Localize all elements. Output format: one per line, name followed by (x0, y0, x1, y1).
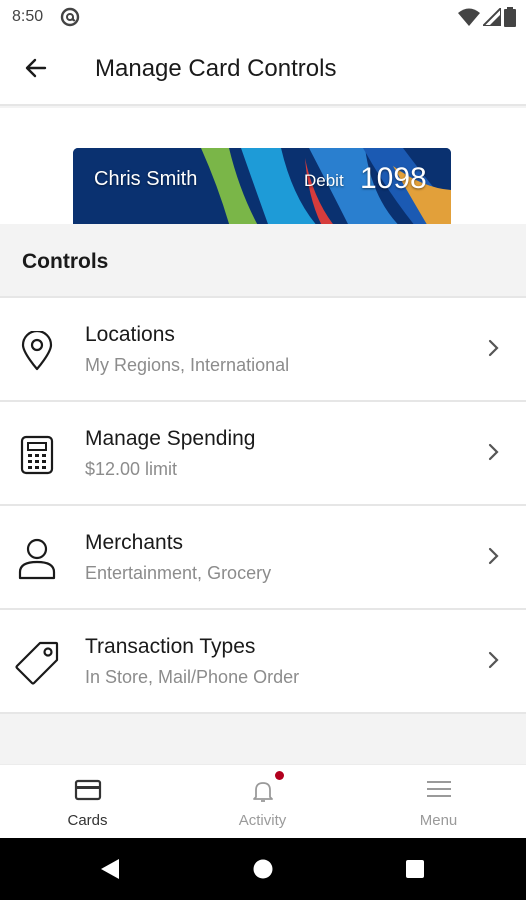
control-title: Manage Spending (85, 427, 256, 450)
debit-card-image[interactable]: Chris Smith Debit 1098 (73, 148, 451, 224)
system-navigation-bar (0, 838, 526, 900)
nav-label: Cards (67, 812, 108, 829)
at-sign-notification-icon (60, 7, 80, 32)
section-title: Controls (22, 250, 109, 273)
signal-icon (480, 5, 502, 31)
chevron-right-icon (488, 338, 500, 363)
battery-icon (504, 7, 516, 32)
back-button[interactable] (14, 48, 58, 92)
calculator-icon (12, 430, 62, 480)
chevron-right-icon (488, 546, 500, 571)
status-icons (458, 5, 516, 32)
status-time: 8:50 (12, 8, 44, 25)
card-last-four: 1098 (360, 162, 427, 195)
card-holder-name: Chris Smith (94, 168, 198, 190)
control-subtitle: Entertainment, Grocery (85, 563, 272, 583)
bottom-navigation: Cards Activity Menu (0, 764, 526, 838)
bell-icon (251, 779, 275, 808)
tag-icon (12, 638, 62, 688)
notification-dot (275, 771, 284, 780)
page-title: Manage Card Controls (95, 55, 337, 82)
control-subtitle: In Store, Mail/Phone Order (85, 667, 300, 687)
nav-item-menu[interactable]: Menu (351, 765, 526, 839)
nav-item-cards[interactable]: Cards (0, 765, 175, 839)
arrow-left-icon (24, 56, 48, 85)
card-preview-area: Chris Smith Debit 1098 (0, 108, 526, 224)
control-row-merchants[interactable]: Merchants Entertainment, Grocery (0, 506, 526, 610)
controls-section-header: Controls (0, 224, 526, 298)
location-pin-icon (12, 326, 62, 376)
control-row-transaction-types[interactable]: Transaction Types In Store, Mail/Phone O… (0, 610, 526, 714)
control-subtitle: $12.00 limit (85, 459, 178, 479)
card-type-label: Debit (304, 171, 344, 190)
system-back-icon[interactable] (100, 858, 120, 885)
controls-list: Locations My Regions, International Mana… (0, 298, 526, 714)
nav-item-activity[interactable]: Activity (175, 765, 350, 839)
person-icon (12, 534, 62, 584)
nav-label: Menu (419, 812, 458, 829)
wifi-icon (458, 8, 480, 31)
status-bar: 8:50 (0, 0, 526, 34)
control-subtitle: My Regions, International (85, 355, 290, 375)
app-bar: Manage Card Controls (0, 34, 526, 106)
hamburger-icon (426, 779, 452, 804)
chevron-right-icon (488, 442, 500, 467)
chevron-right-icon (488, 650, 500, 675)
control-row-locations[interactable]: Locations My Regions, International (0, 298, 526, 402)
control-title: Locations (85, 323, 175, 346)
system-recents-icon[interactable] (405, 859, 425, 884)
system-home-icon[interactable] (253, 859, 273, 884)
control-title: Merchants (85, 531, 184, 554)
control-title: Transaction Types (85, 635, 256, 658)
card-icon (74, 779, 102, 806)
nav-label: Activity (238, 812, 287, 829)
control-row-manage-spending[interactable]: Manage Spending $12.00 limit (0, 402, 526, 506)
